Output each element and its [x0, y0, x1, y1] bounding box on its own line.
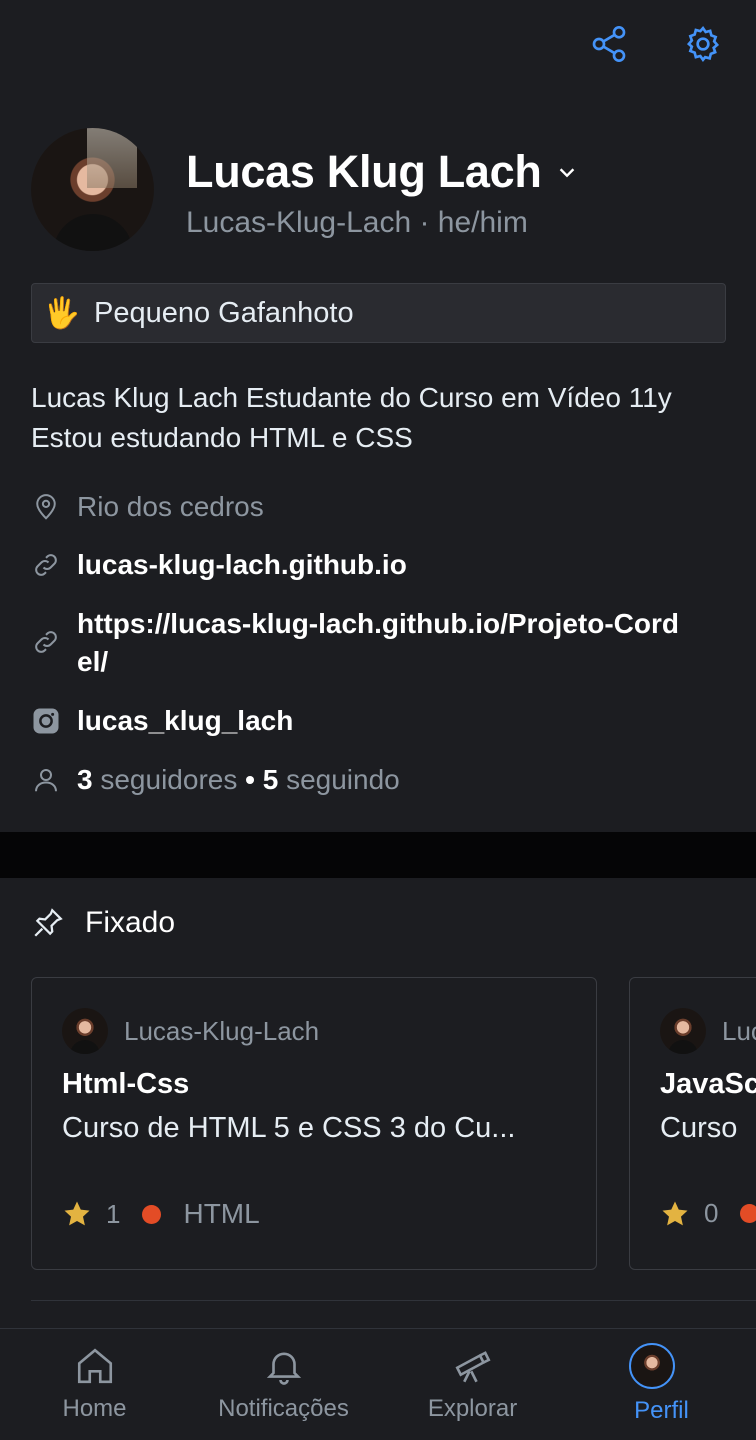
- nav-profile[interactable]: Perfil: [567, 1329, 756, 1440]
- language-name: HTML: [183, 1198, 260, 1229]
- repo-name: Html-Css: [62, 1068, 190, 1100]
- location-row: Rio dos cedros: [31, 488, 731, 526]
- top-bar: [0, 0, 756, 92]
- website-link[interactable]: lucas-klug-lach.github.io: [77, 546, 407, 584]
- person-icon: [31, 765, 61, 795]
- following-count: 5: [262, 764, 279, 795]
- nav-explore-label: Explorar: [427, 1395, 518, 1422]
- profile-avatar-small: [628, 1343, 675, 1389]
- instagram-handle[interactable]: lucas_klug_lach: [77, 702, 293, 740]
- status-emoji: 🖐️: [43, 296, 81, 330]
- owner-avatar: [660, 1008, 706, 1054]
- star-icon: [64, 1201, 90, 1226]
- link-icon: [31, 627, 61, 657]
- repo-description: Curso: [660, 1112, 738, 1144]
- location-pin-icon: [31, 492, 61, 522]
- repo-owner: Luc: [660, 1008, 756, 1054]
- website-row[interactable]: lucas-klug-lach.github.io: [31, 546, 731, 584]
- share-icon[interactable]: [587, 22, 631, 66]
- repo-stats: 1 HTML: [62, 1198, 260, 1230]
- pin-icon: [34, 908, 63, 937]
- profile-bio: Lucas Klug Lach Estudante do Curso em Ví…: [31, 382, 672, 453]
- nav-home[interactable]: Home: [0, 1329, 189, 1440]
- bottom-nav: Home Notificações Explorar Perfil: [0, 1328, 756, 1440]
- pinned-title: Fixado: [85, 906, 176, 939]
- profile-handle: Lucas-Klug-Lach · he/him: [186, 206, 528, 239]
- separator-dot: •: [245, 764, 255, 795]
- star-icon: [662, 1201, 688, 1225]
- followers-count: 3: [77, 764, 93, 795]
- language-color-dot: [740, 1204, 756, 1223]
- followers-text[interactable]: 3 seguidores • 5 seguindo: [77, 761, 400, 799]
- repo-owner: Lucas-Klug-Lach: [62, 1008, 319, 1054]
- profile-avatar[interactable]: [31, 128, 154, 251]
- nav-notifications[interactable]: Notificações: [189, 1329, 378, 1440]
- nav-home-label: Home: [62, 1395, 127, 1422]
- profile-name-switcher[interactable]: Lucas Klug Lach: [186, 146, 578, 198]
- profile-name: Lucas Klug Lach: [186, 146, 542, 197]
- following-label: seguindo: [286, 764, 400, 795]
- home-icon: [74, 1345, 116, 1387]
- bell-icon: [263, 1345, 305, 1387]
- location-text: Rio dos cedros: [77, 491, 264, 522]
- gear-icon[interactable]: [681, 22, 725, 66]
- repo-description: Curso de HTML 5 e CSS 3 do Cu...: [62, 1112, 516, 1144]
- repo-name: JavaSc: [660, 1068, 756, 1100]
- star-count: 0: [704, 1198, 719, 1228]
- section-divider: [0, 832, 756, 878]
- instagram-row[interactable]: lucas_klug_lach: [31, 702, 731, 740]
- status-text: Pequeno Gafanhoto: [94, 296, 354, 329]
- pinned-repo-card[interactable]: Luc JavaSc Curso 0: [629, 977, 756, 1270]
- pinned-header: Fixado: [31, 906, 175, 940]
- language-color-dot: [142, 1204, 162, 1224]
- repo-stats: 0: [660, 1198, 756, 1229]
- link-icon: [31, 550, 61, 580]
- followers-label: seguidores: [100, 764, 238, 795]
- divider: [31, 1300, 756, 1301]
- telescope-icon: [452, 1345, 494, 1387]
- nav-explore[interactable]: Explorar: [378, 1329, 567, 1440]
- owner-name: Luc: [722, 1015, 756, 1046]
- pinned-repo-card[interactable]: Lucas-Klug-Lach Html-Css Curso de HTML 5…: [31, 977, 597, 1270]
- status-box[interactable]: 🖐️ Pequeno Gafanhoto: [31, 283, 726, 343]
- nav-notifications-label: Notificações: [218, 1395, 349, 1422]
- star-count: 1: [106, 1198, 121, 1229]
- avatar-background: [87, 128, 137, 188]
- avatar-shirt: [53, 214, 133, 251]
- link2-row[interactable]: https://lucas-klug-lach.github.io/Projet…: [31, 605, 731, 681]
- profile-screen: Lucas Klug Lach Lucas-Klug-Lach · he/him…: [0, 0, 756, 1440]
- nav-profile-avatar: [628, 1343, 695, 1389]
- owner-avatar: [62, 1008, 108, 1054]
- nav-profile-label: Perfil: [634, 1397, 689, 1424]
- instagram-icon: [31, 706, 61, 736]
- followers-row[interactable]: 3 seguidores • 5 seguindo: [31, 761, 731, 799]
- project-link[interactable]: https://lucas-klug-lach.github.io/Projet…: [77, 605, 692, 681]
- owner-name: Lucas-Klug-Lach: [124, 1015, 320, 1046]
- chevron-down-icon: [559, 168, 574, 178]
